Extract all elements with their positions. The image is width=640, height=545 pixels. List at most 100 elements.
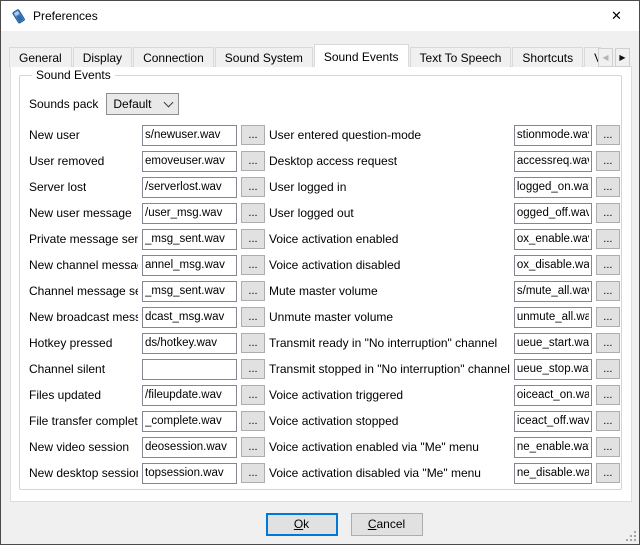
sound-file-input[interactable] — [514, 229, 592, 250]
event-label-right: User logged out — [269, 200, 510, 226]
event-browse-right: ... — [596, 434, 620, 460]
cancel-button[interactable]: Cancel — [351, 513, 423, 536]
sound-file-input[interactable] — [514, 385, 592, 406]
tab-sound-system[interactable]: Sound System — [215, 47, 313, 67]
browse-button[interactable]: ... — [241, 359, 265, 379]
sound-file-input[interactable] — [514, 203, 592, 224]
event-label: Hotkey pressed — [29, 336, 112, 350]
sound-file-input[interactable] — [142, 437, 237, 458]
browse-button[interactable]: ... — [241, 411, 265, 431]
sound-file-input[interactable] — [142, 411, 237, 432]
sound-file-input[interactable] — [142, 359, 237, 380]
event-file-field-left — [142, 330, 237, 356]
event-browse-right: ... — [596, 226, 620, 252]
browse-button[interactable]: ... — [241, 229, 265, 249]
sound-file-input[interactable] — [514, 307, 592, 328]
browse-button[interactable]: ... — [596, 203, 620, 223]
sound-file-input[interactable] — [514, 333, 592, 354]
tab-connection[interactable]: Connection — [133, 47, 214, 67]
browse-button[interactable]: ... — [241, 307, 265, 327]
ok-button[interactable]: Ok — [266, 513, 338, 536]
browse-button[interactable]: ... — [596, 229, 620, 249]
event-label-right: Transmit ready in "No interruption" chan… — [269, 330, 510, 356]
sound-file-input[interactable] — [514, 437, 592, 458]
sound-file-input[interactable] — [142, 125, 237, 146]
sound-file-input[interactable] — [514, 125, 592, 146]
event-label: Voice activation disabled via "Me" menu — [269, 466, 481, 480]
sound-file-input[interactable] — [514, 151, 592, 172]
browse-button[interactable]: ... — [241, 255, 265, 275]
sounds-pack-select[interactable]: Default — [106, 93, 179, 115]
tab-shortcuts[interactable]: Shortcuts — [512, 47, 583, 67]
sound-file-input[interactable] — [514, 177, 592, 198]
event-browse-right: ... — [596, 356, 620, 382]
tab-display[interactable]: Display — [73, 47, 132, 67]
sound-file-input[interactable] — [514, 359, 592, 380]
browse-button[interactable]: ... — [596, 385, 620, 405]
event-label-left: Files updated — [29, 382, 138, 408]
title-bar[interactable]: Preferences ✕ — [1, 1, 639, 31]
browse-button[interactable]: ... — [241, 333, 265, 353]
browse-button[interactable]: ... — [596, 437, 620, 457]
browse-button[interactable]: ... — [596, 151, 620, 171]
sound-file-input[interactable] — [514, 411, 592, 432]
event-label: User removed — [29, 154, 104, 168]
sound-file-input[interactable] — [142, 229, 237, 250]
sound-file-input[interactable] — [142, 333, 237, 354]
browse-button[interactable]: ... — [241, 151, 265, 171]
browse-button[interactable]: ... — [596, 359, 620, 379]
tab-sound-events[interactable]: Sound Events — [314, 44, 409, 67]
event-label-right: Voice activation disabled — [269, 252, 510, 278]
event-label-right: Mute master volume — [269, 278, 510, 304]
sound-file-input[interactable] — [142, 203, 237, 224]
browse-button[interactable]: ... — [596, 333, 620, 353]
groupbox-title: Sound Events — [32, 68, 115, 82]
browse-button[interactable]: ... — [241, 125, 265, 145]
sound-file-input[interactable] — [142, 281, 237, 302]
tab-scroll-buttons: ◀ ▶ — [598, 48, 630, 67]
tab-general[interactable]: General — [9, 47, 72, 67]
browse-button[interactable]: ... — [241, 177, 265, 197]
sound-file-input[interactable] — [514, 281, 592, 302]
close-button[interactable]: ✕ — [594, 1, 639, 30]
event-label: Transmit ready in "No interruption" chan… — [269, 336, 497, 350]
tab-scroll-left-icon[interactable]: ◀ — [598, 48, 613, 67]
browse-button[interactable]: ... — [241, 463, 265, 483]
browse-button[interactable]: ... — [241, 203, 265, 223]
browse-button[interactable]: ... — [596, 411, 620, 431]
event-browse-left: ... — [241, 434, 265, 460]
browse-button[interactable]: ... — [241, 437, 265, 457]
browse-button[interactable]: ... — [241, 385, 265, 405]
sound-events-groupbox: Sound Events Sounds pack Default New use… — [19, 75, 622, 490]
sound-file-input[interactable] — [514, 255, 592, 276]
event-browse-right: ... — [596, 148, 620, 174]
tab-bar: General Display Connection Sound System … — [9, 44, 601, 67]
event-label-right: User entered question-mode — [269, 122, 510, 148]
event-file-field-left — [142, 174, 237, 200]
tab-text-to-speech[interactable]: Text To Speech — [410, 47, 512, 67]
browse-button[interactable]: ... — [596, 463, 620, 483]
tab-scroll-right-icon[interactable]: ▶ — [615, 48, 630, 67]
event-browse-right: ... — [596, 330, 620, 356]
event-browse-left: ... — [241, 356, 265, 382]
sound-file-input[interactable] — [142, 255, 237, 276]
sound-file-input[interactable] — [142, 151, 237, 172]
event-label: Voice activation enabled via "Me" menu — [269, 440, 479, 454]
event-label-left: Hotkey pressed — [29, 330, 138, 356]
browse-button[interactable]: ... — [596, 177, 620, 197]
resize-grip[interactable] — [624, 529, 637, 542]
sound-file-input[interactable] — [514, 463, 592, 484]
event-file-field-left — [142, 408, 237, 434]
browse-button[interactable]: ... — [596, 281, 620, 301]
browse-button[interactable]: ... — [596, 307, 620, 327]
sound-file-input[interactable] — [142, 385, 237, 406]
event-browse-left: ... — [241, 304, 265, 330]
event-file-field-right — [514, 278, 592, 304]
sound-file-input[interactable] — [142, 307, 237, 328]
browse-button[interactable]: ... — [596, 255, 620, 275]
browse-button[interactable]: ... — [241, 281, 265, 301]
event-label-left: Channel message sent — [29, 278, 138, 304]
sound-file-input[interactable] — [142, 177, 237, 198]
sound-file-input[interactable] — [142, 463, 237, 484]
browse-button[interactable]: ... — [596, 125, 620, 145]
